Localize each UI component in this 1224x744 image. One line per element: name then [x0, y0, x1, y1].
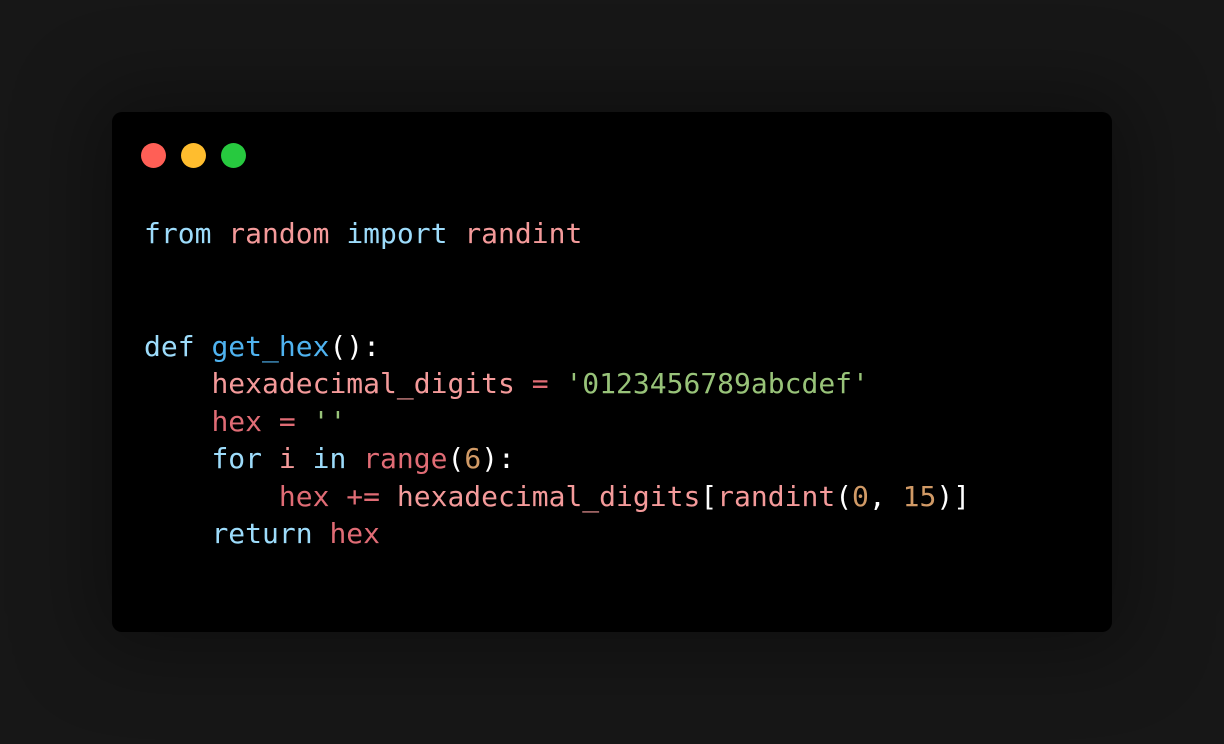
code-token-punct — [515, 367, 532, 400]
code-token-punct — [211, 217, 228, 250]
code-token-punct: ( — [447, 442, 465, 475]
code-token-punct — [329, 217, 346, 250]
code-block: from random import randint def get_hex():… — [144, 215, 970, 553]
code-line: hex += hexadecimal_digits[randint(0, 15)… — [144, 478, 970, 516]
code-token-variable: = — [278, 404, 296, 438]
code-token-number: 0 — [852, 479, 869, 513]
code-token-punct — [144, 405, 211, 438]
code-token-variable: hex — [329, 517, 381, 550]
code-token-punct — [195, 330, 212, 363]
code-token-keyword: def — [144, 329, 195, 363]
code-token-identifier: randint — [464, 217, 583, 250]
code-token-punct — [144, 442, 211, 475]
code-line: for i in range(6): — [144, 440, 970, 478]
code-token-keyword: return — [211, 517, 313, 550]
code-token-variable: hex — [278, 479, 330, 513]
code-token-string: '0123456789abcdef' — [565, 367, 869, 400]
window-controls — [141, 143, 246, 168]
code-token-identifier: hexadecimal_digits — [211, 367, 515, 400]
code-token-punct: (): — [329, 329, 381, 363]
code-token-variable: range — [363, 442, 448, 475]
code-token-keyword: import — [346, 217, 448, 250]
code-token-identifier: i — [278, 442, 296, 475]
code-token-identifier: hexadecimal_digits — [396, 479, 701, 513]
code-token-function: get_hex — [211, 329, 330, 363]
minimize-dot[interactable] — [181, 143, 206, 168]
code-token-variable: = — [531, 367, 549, 400]
code-token-number: 15 — [902, 479, 937, 513]
code-window: from random import randint def get_hex():… — [112, 112, 1112, 632]
code-token-punct: ( — [835, 479, 853, 513]
code-token-identifier: random — [228, 217, 330, 250]
code-token-number: 6 — [464, 442, 482, 475]
code-token-punct: , — [868, 479, 903, 513]
code-token-punct — [296, 442, 313, 475]
code-token-variable: hex — [211, 404, 263, 438]
code-token-punct: ): — [481, 442, 515, 475]
code-token-punct — [144, 480, 279, 513]
background-canvas: from random import randint def get_hex():… — [0, 0, 1224, 744]
maximize-dot[interactable] — [221, 143, 246, 168]
code-token-punct — [346, 442, 363, 475]
code-token-variable: += — [346, 479, 381, 513]
code-token-punct — [144, 517, 211, 550]
code-token-identifier: randint — [717, 479, 836, 513]
code-token-punct — [313, 517, 330, 550]
code-token-punct — [296, 405, 313, 438]
code-line: from random import randint — [144, 215, 970, 253]
code-token-punct — [549, 367, 566, 400]
code-token-punct: )] — [936, 479, 971, 513]
code-token-keyword: from — [144, 217, 212, 250]
code-token-punct — [262, 405, 279, 438]
code-token-string: '' — [312, 404, 347, 438]
code-line: hexadecimal_digits = '0123456789abcdef' — [144, 365, 970, 403]
close-dot[interactable] — [141, 143, 166, 168]
code-token-keyword: in — [312, 442, 347, 475]
code-line: def get_hex(): — [144, 328, 970, 366]
code-token-punct — [262, 442, 279, 475]
code-token-punct — [380, 480, 397, 513]
code-line: hex = '' — [144, 403, 970, 441]
code-token-punct — [144, 367, 211, 400]
code-token-punct — [329, 480, 346, 513]
code-line: return hex — [144, 515, 970, 553]
code-token-punct: [ — [700, 479, 718, 513]
code-token-keyword: for — [211, 442, 263, 475]
code-token-punct — [447, 217, 464, 250]
